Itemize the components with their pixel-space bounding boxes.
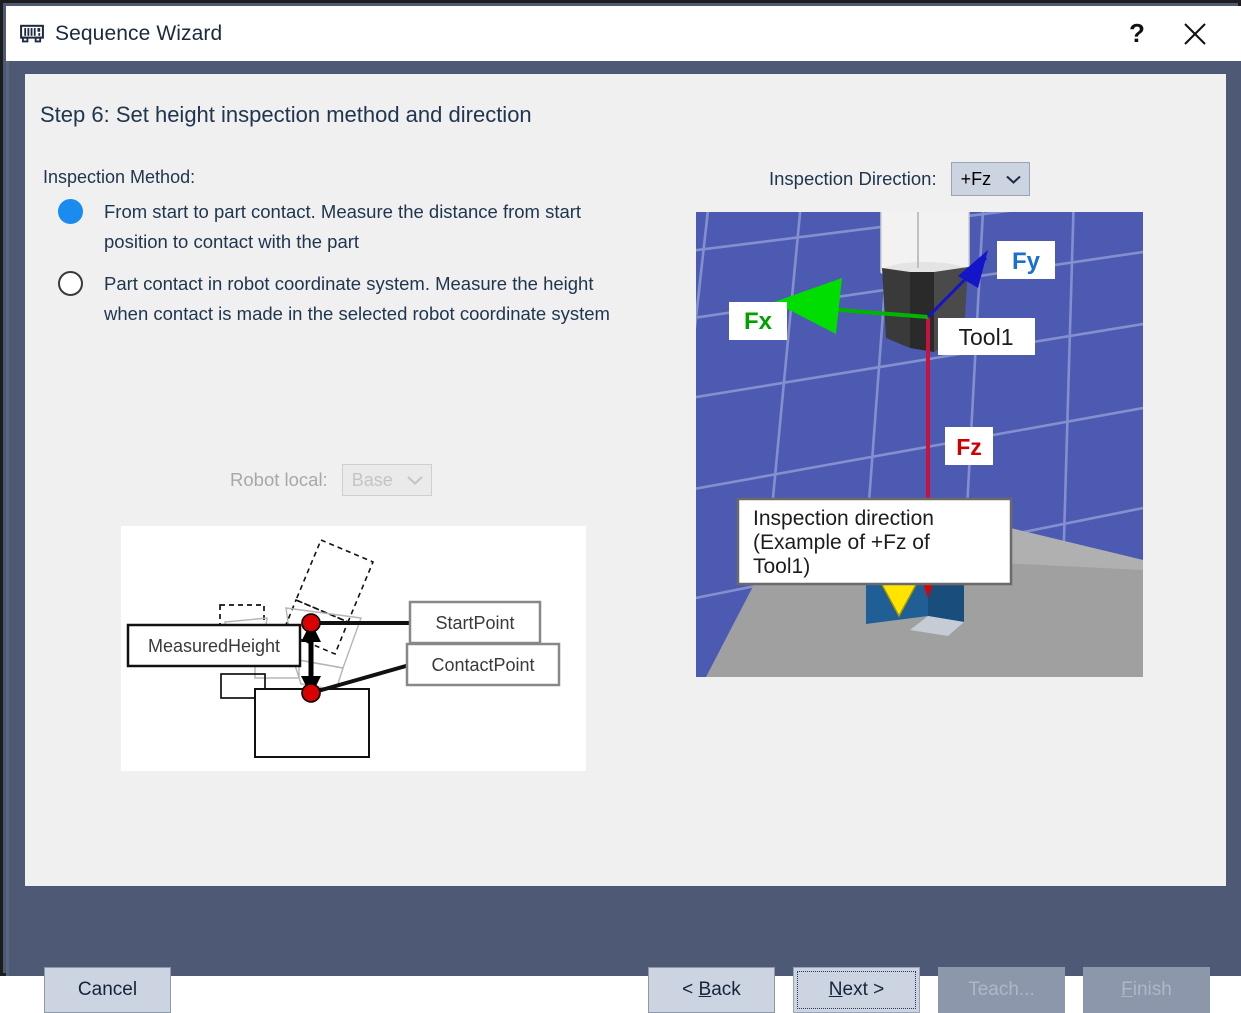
radio-option-label: Part contact in robot coordinate system.… <box>104 269 638 329</box>
inspection-direction-row: Inspection Direction: +Fz <box>769 162 1030 196</box>
measurement-diagram: StartPoint ContactPoint MeasuredHeight <box>121 526 586 771</box>
diagram-measured-height-label: MeasuredHeight <box>148 636 280 656</box>
fy-axis-label: Fy <box>1012 248 1041 275</box>
measurement-diagram-svg: StartPoint ContactPoint MeasuredHeight <box>121 526 586 771</box>
window-title: Sequence Wizard <box>55 22 222 46</box>
fz-axis-label: Fz <box>956 434 982 460</box>
focus-ring <box>797 971 916 1009</box>
robot-local-row: Robot local: Base <box>230 464 432 496</box>
chevron-down-icon <box>1005 174 1022 185</box>
robot-local-dropdown[interactable]: Base <box>342 464 432 496</box>
radio-option-from-start-to-part-contact[interactable]: From start to part contact. Measure the … <box>58 197 618 257</box>
window-body: Step 6: Set height inspection method and… <box>6 61 1241 976</box>
viewport-caption-line-2: (Example of +Fz of <box>753 531 930 554</box>
viewport-caption-line-1: Inspection direction <box>753 507 934 530</box>
next-button[interactable]: Next > <box>793 967 920 1013</box>
finish-rest: inish <box>1133 979 1172 1000</box>
back-rest: ack <box>711 979 741 1000</box>
cancel-button-label: Cancel <box>78 979 137 1001</box>
inspection-direction-label: Inspection Direction: <box>769 168 937 190</box>
window-left-edge-highlight <box>6 61 9 976</box>
radio-unselected-icon[interactable] <box>58 271 83 296</box>
inspection-direction-value: +Fz <box>961 169 992 190</box>
robot-local-label: Robot local: <box>230 469 328 491</box>
finish-button: Finish <box>1083 967 1210 1013</box>
page-title: Step 6: Set height inspection method and… <box>40 102 532 128</box>
inspection-direction-dropdown[interactable]: +Fz <box>951 162 1030 196</box>
fx-axis-label: Fx <box>744 308 773 335</box>
back-accel: B <box>699 979 712 1000</box>
chevron-down-icon <box>406 474 424 486</box>
help-button[interactable]: ? <box>1111 6 1169 61</box>
robot-local-value: Base <box>352 470 393 491</box>
radio-option-label: From start to part contact. Measure the … <box>104 197 618 257</box>
robot-3d-scene: Fx Fy Fz Tool1 Inspection direction (Exa… <box>696 212 1143 677</box>
back-button-label: < Back <box>682 979 741 1001</box>
robot-3d-viewport[interactable]: Fx Fy Fz Tool1 Inspection direction (Exa… <box>696 212 1143 677</box>
diagram-contact-point-label: ContactPoint <box>431 655 534 675</box>
finish-button-label: Finish <box>1121 979 1172 1001</box>
close-button[interactable] <box>1169 6 1221 61</box>
cancel-button[interactable]: Cancel <box>44 967 171 1013</box>
back-button[interactable]: < Back <box>648 967 775 1013</box>
wizard-content-panel: Step 6: Set height inspection method and… <box>25 74 1226 886</box>
radio-selected-icon[interactable] <box>58 199 83 224</box>
tool-label: Tool1 <box>959 324 1014 350</box>
viewport-caption-line-3: Tool1) <box>753 555 810 578</box>
teach-button-label: Teach... <box>968 979 1035 1001</box>
radio-option-part-contact-robot-coordinate-system[interactable]: Part contact in robot coordinate system.… <box>58 269 638 329</box>
chip-module-icon <box>20 24 44 44</box>
diagram-start-point-label: StartPoint <box>435 613 514 633</box>
finish-accel: F <box>1121 979 1133 1000</box>
title-bar: Sequence Wizard ? <box>6 6 1241 61</box>
back-prefix: < <box>682 979 698 1000</box>
close-icon <box>1182 21 1208 47</box>
inspection-method-label: Inspection Method: <box>43 167 195 188</box>
sequence-wizard-window: Sequence Wizard ? Step 6: Set height ins… <box>0 0 1241 976</box>
teach-button: Teach... <box>938 967 1065 1013</box>
